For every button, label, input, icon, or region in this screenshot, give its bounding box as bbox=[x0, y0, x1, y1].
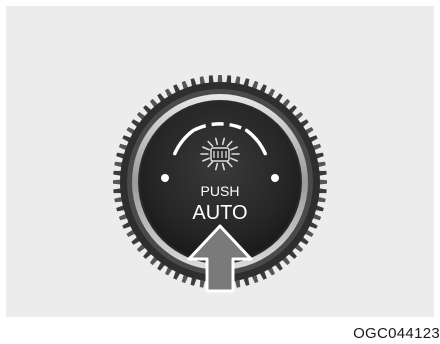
figure: PUSH AUTO OGC044123 bbox=[0, 0, 440, 344]
arc-left-dot bbox=[161, 174, 169, 182]
arc-right-dot bbox=[271, 174, 279, 182]
push-label: PUSH bbox=[201, 183, 240, 199]
climate-control-knob: PUSH AUTO bbox=[113, 75, 327, 293]
auto-label: AUTO bbox=[192, 202, 247, 224]
figure-code: OGC044123 bbox=[353, 325, 440, 342]
